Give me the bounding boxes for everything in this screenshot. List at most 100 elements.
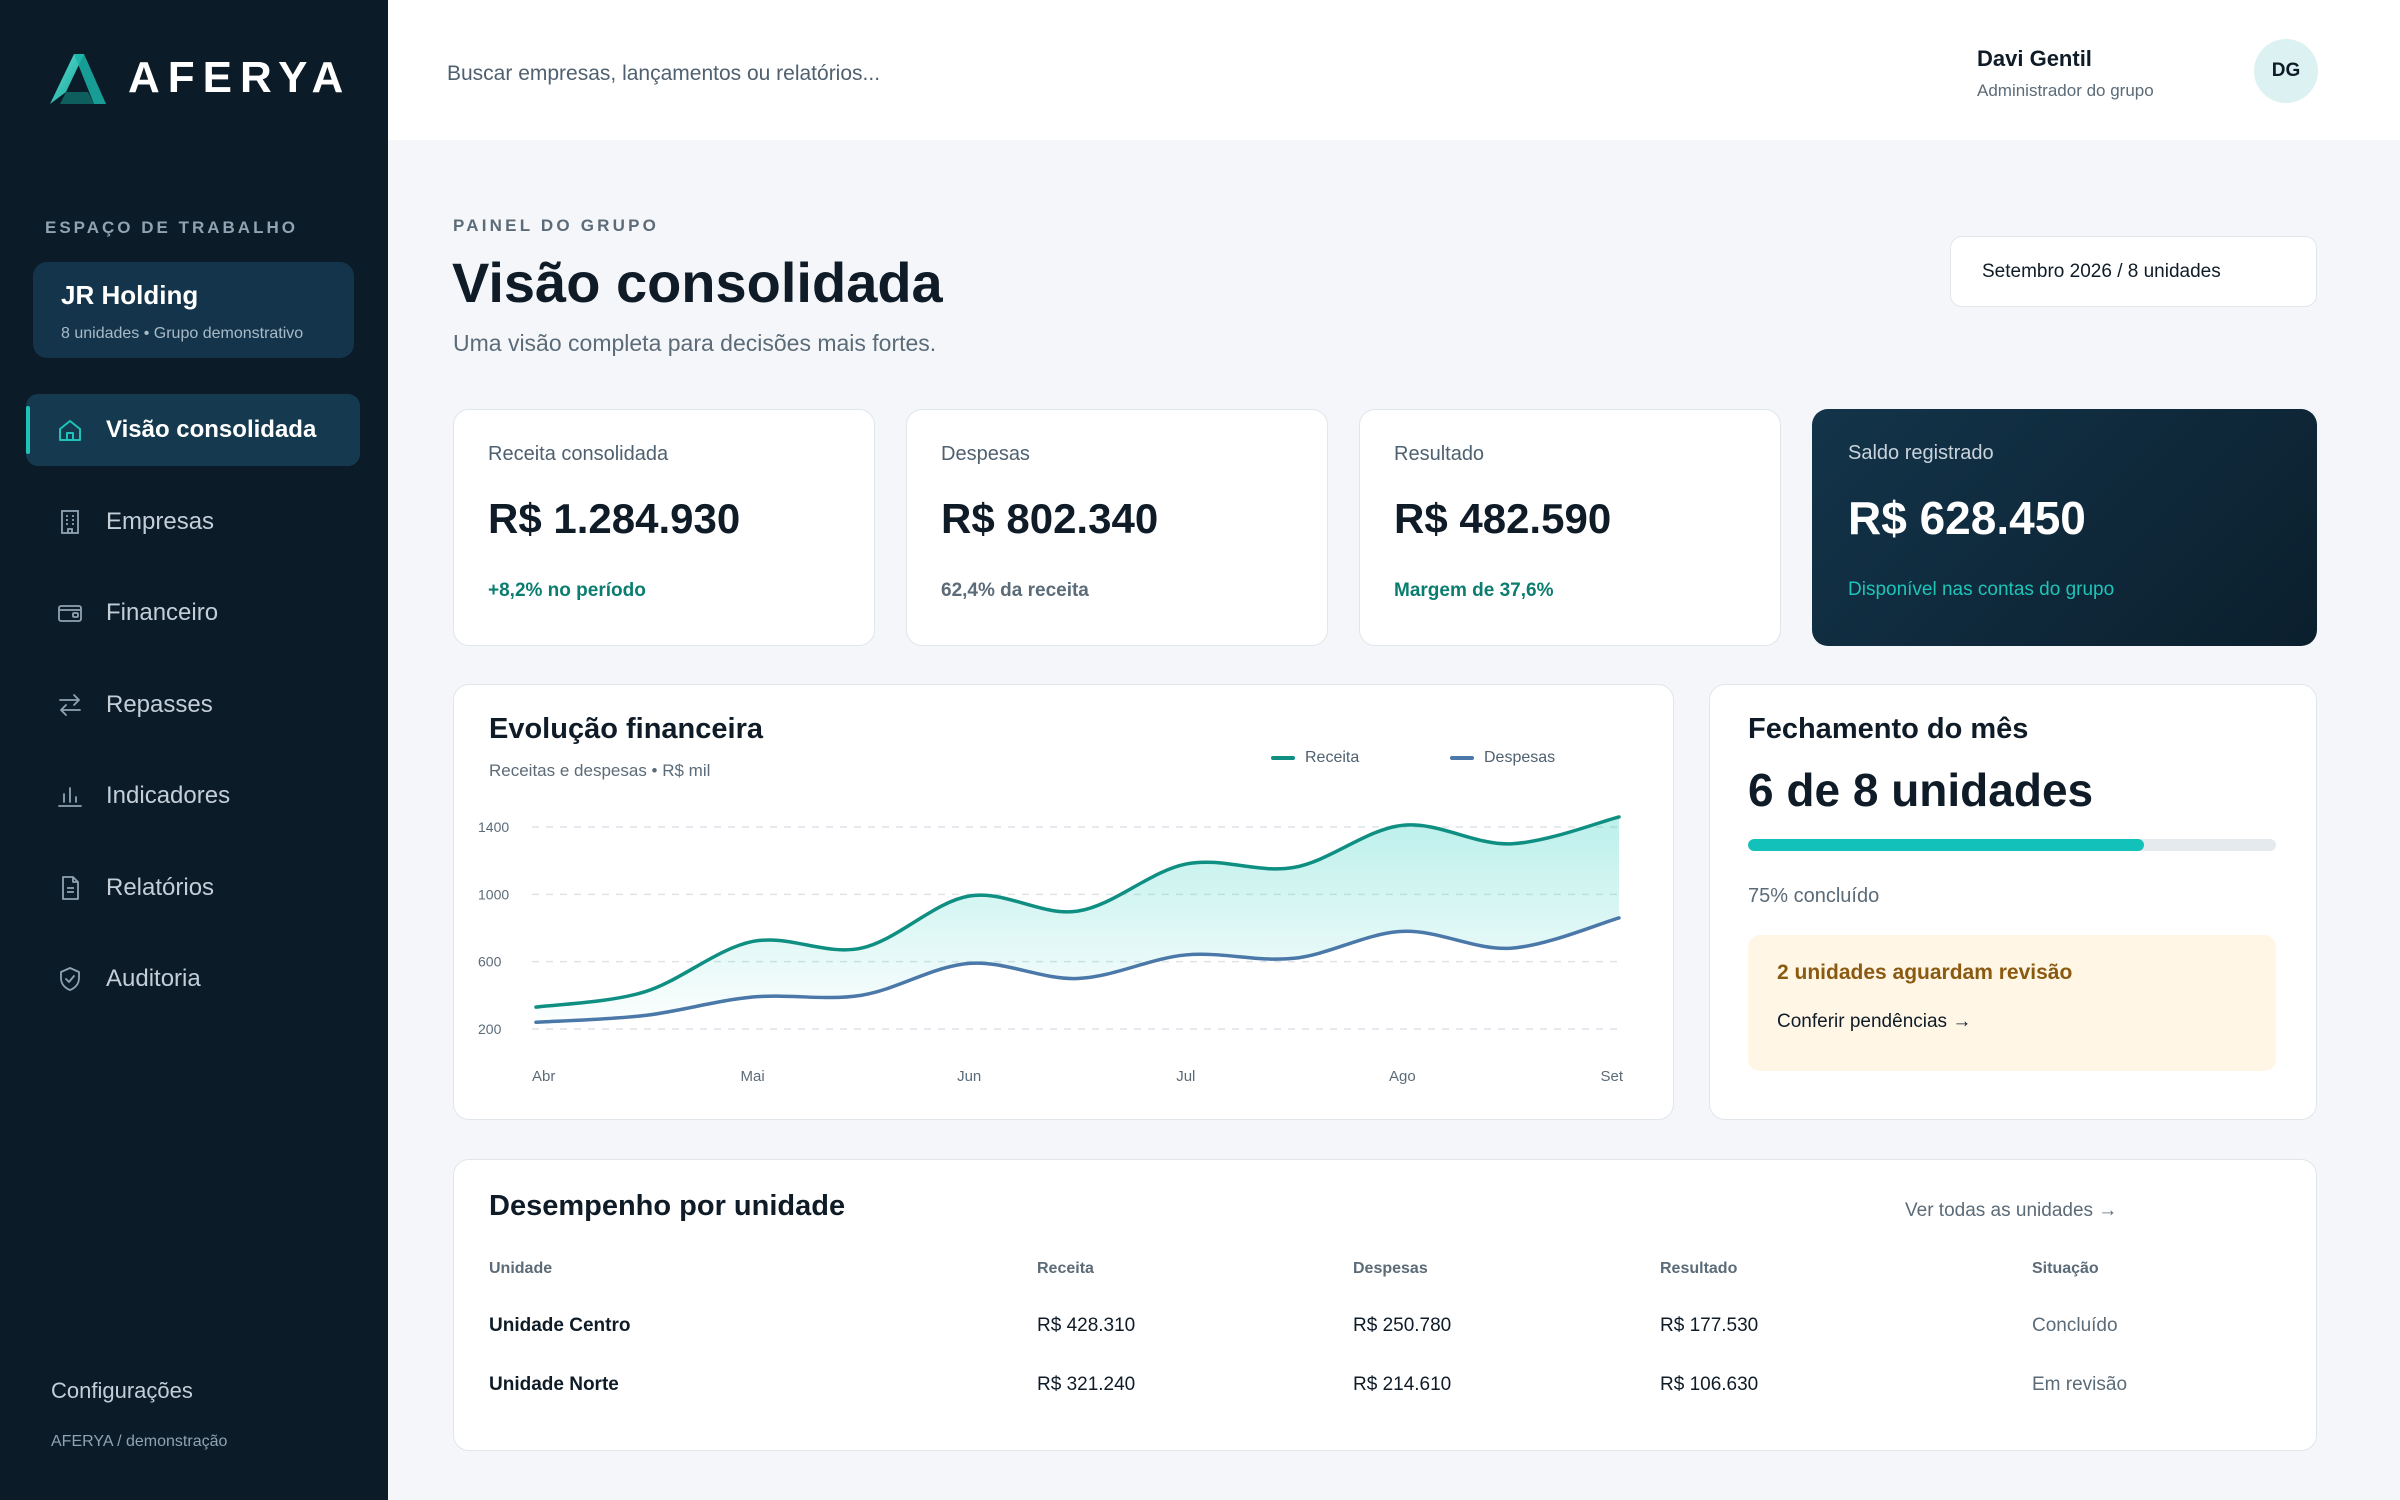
- workspace-name: JR Holding: [61, 280, 199, 310]
- chart-title: Evolução financeira: [489, 713, 763, 745]
- sidebar-item-label: Auditoria: [106, 965, 201, 992]
- sidebar-item-label: Relatórios: [106, 873, 215, 901]
- search-input[interactable]: [447, 62, 1147, 86]
- view-all-units-link[interactable]: Ver todas as unidades →: [1905, 1200, 2117, 1222]
- legend-swatch: [1450, 756, 1474, 760]
- column-header-situacao: Situação: [2032, 1260, 2099, 1277]
- progress-text: 75% concluído: [1748, 885, 1880, 907]
- aferya-logo-icon: [50, 54, 106, 104]
- x-tick-label: Jun: [957, 1068, 981, 1085]
- kpi-label: Receita consolidada: [488, 443, 669, 465]
- y-tick-label: 1000: [478, 886, 509, 902]
- legend-swatch: [1271, 756, 1295, 760]
- brand-name: AFERYA: [128, 53, 352, 102]
- kpi-label: Saldo registrado: [1848, 442, 1994, 464]
- legend-item-despesas: Despesas: [1450, 749, 1555, 767]
- user-name: Davi Gentil: [1977, 46, 2092, 71]
- pending-review-alert: 2 unidades aguardam revisão Conferir pen…: [1748, 935, 2276, 1071]
- cell-unit: Unidade Norte: [489, 1374, 619, 1395]
- y-tick-label: 1400: [478, 819, 509, 835]
- y-tick-label: 600: [478, 954, 502, 970]
- cell-receita: R$ 428.310: [1037, 1315, 1136, 1336]
- topbar: Davi Gentil Administrador do grupo DG: [388, 0, 2400, 140]
- period-selector[interactable]: Setembro 2026 / 8 unidades: [1950, 236, 2317, 307]
- kpi-label: Despesas: [941, 443, 1030, 465]
- kpi-value: R$ 802.340: [941, 495, 1159, 542]
- legend-label: Despesas: [1484, 749, 1556, 766]
- sidebar-item-label: Empresas: [106, 507, 215, 535]
- page-title: Visão consolidada: [452, 251, 943, 314]
- legend-item-receita: Receita: [1271, 749, 1359, 767]
- legend-label: Receita: [1305, 749, 1360, 766]
- sidebar-item-label: Indicadores: [106, 782, 231, 809]
- month-closing-card: Fechamento do mês 6 de 8 unidades 75% co…: [1709, 684, 2317, 1120]
- column-header-resultado: Resultado: [1660, 1260, 1738, 1277]
- chart-card: 1400 1000 600 200 Abr Mai Jun Jul Ago Set Evoluçã…: [453, 684, 1674, 1120]
- sidebar-item-visao-consolidada[interactable]: Visão consolidada: [26, 394, 360, 466]
- workspace-label: ESPAÇO DE TRABALHO: [45, 218, 298, 237]
- page-eyebrow: PAINEL DO GRUPO: [453, 216, 660, 235]
- kpi-value: R$ 1.284.930: [488, 495, 741, 542]
- sidebar-item-repasses[interactable]: Repasses: [26, 669, 360, 741]
- sidebar-item-indicadores[interactable]: Indicadores: [26, 760, 360, 832]
- x-tick-label: Mai: [741, 1068, 765, 1085]
- workspace-switcher[interactable]: JR Holding 8 unidades • Grupo demonstrat…: [33, 262, 354, 358]
- x-tick-label: Ago: [1389, 1068, 1416, 1085]
- building-icon: [56, 508, 84, 536]
- kpi-label: Resultado: [1394, 443, 1485, 465]
- x-tick-label: Jul: [1176, 1068, 1195, 1085]
- unit-performance-card: Desempenho por unidade Ver todas as unid…: [453, 1159, 2317, 1451]
- review-pendencies-link[interactable]: Conferir pendências →: [1777, 1011, 1971, 1033]
- x-tick-label: Abr: [532, 1068, 555, 1085]
- page-subtitle: Uma visão completa para decisões mais fo…: [453, 330, 937, 356]
- cell-resultado: R$ 106.630: [1660, 1374, 1759, 1395]
- cell-status: Em revisão: [2032, 1374, 2128, 1395]
- brand-logo[interactable]: AFERYA: [44, 48, 351, 108]
- kpi-card-despesas: Despesas R$ 802.340 62,4% da receita: [906, 409, 1328, 646]
- cell-receita: R$ 321.240: [1037, 1374, 1136, 1395]
- kpi-note: 62,4% da receita: [941, 580, 1089, 601]
- closing-headline: 6 de 8 unidades: [1748, 764, 2094, 816]
- shield-check-icon: [56, 965, 84, 993]
- home-icon: [56, 416, 84, 444]
- wallet-icon: [56, 599, 84, 627]
- sidebar-footer: AFERYA / demonstração: [51, 1433, 228, 1450]
- sidebar-item-label: Visão consolidada: [106, 416, 317, 443]
- closing-progress-bar: [1748, 839, 2276, 851]
- sidebar-item-empresas[interactable]: Empresas: [26, 486, 360, 558]
- kpi-card-receita: Receita consolidada R$ 1.284.930 +8,2% n…: [453, 409, 875, 646]
- kpi-value: R$ 482.590: [1394, 495, 1612, 542]
- column-header-receita: Receita: [1037, 1260, 1094, 1277]
- cell-unit: Unidade Centro: [489, 1315, 631, 1336]
- kpi-card-resultado: Resultado R$ 482.590 Margem de 37,6%: [1359, 409, 1781, 646]
- kpi-value: R$ 628.450: [1848, 492, 2086, 544]
- alert-title: 2 unidades aguardam revisão: [1777, 961, 2073, 984]
- bar-chart-icon: [56, 782, 84, 810]
- sidebar-item-auditoria[interactable]: Auditoria: [26, 943, 360, 1015]
- kpi-note: +8,2% no período: [488, 580, 646, 601]
- sidebar: AFERYA ESPAÇO DE TRABALHO JR Holding 8 u…: [0, 0, 388, 1500]
- column-header-unidade: Unidade: [489, 1260, 553, 1277]
- cell-despesas: R$ 214.610: [1353, 1374, 1452, 1395]
- sidebar-item-financeiro[interactable]: Financeiro: [26, 577, 360, 649]
- progress-fill: [1748, 839, 2144, 851]
- sidebar-item-label: Financeiro: [106, 599, 219, 626]
- kpi-card-saldo: Saldo registrado R$ 628.450 Disponível n…: [1812, 409, 2317, 646]
- kpi-note: Margem de 37,6%: [1394, 580, 1554, 601]
- x-tick-label: Set: [1600, 1068, 1623, 1085]
- closing-title: Fechamento do mês: [1748, 713, 2029, 745]
- sidebar-item-label: Repasses: [106, 690, 213, 718]
- settings-link[interactable]: Configurações: [51, 1378, 193, 1404]
- cell-resultado: R$ 177.530: [1660, 1315, 1759, 1336]
- table-title: Desempenho por unidade: [489, 1190, 846, 1222]
- workspace-subtitle: 8 unidades • Grupo demonstrativo: [61, 325, 304, 342]
- avatar[interactable]: DG: [2254, 39, 2318, 103]
- sidebar-item-relatorios[interactable]: Relatórios: [26, 852, 360, 924]
- y-tick-label: 200: [478, 1021, 502, 1037]
- user-role: Administrador do grupo: [1977, 81, 2154, 100]
- area-fill-receita: [536, 816, 1619, 1023]
- document-icon: [56, 874, 84, 902]
- sidebar-nav: Visão consolidada Empresas Financeiro Re…: [26, 394, 360, 1035]
- cell-status: Concluído: [2032, 1315, 2118, 1336]
- column-header-despesas: Despesas: [1353, 1260, 1428, 1277]
